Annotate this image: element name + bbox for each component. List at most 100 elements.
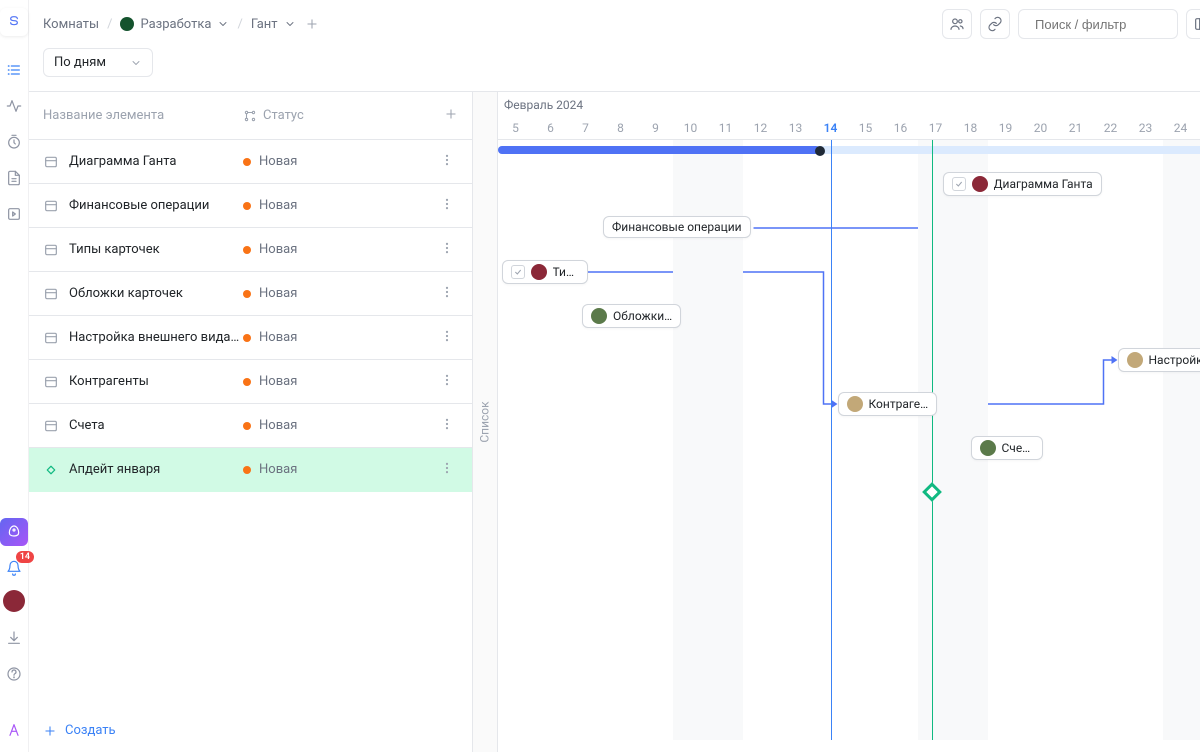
status-dot — [243, 466, 251, 474]
list-row[interactable]: Настройка внешнего вида…Новая — [29, 316, 472, 360]
topbar: Комнаты / Разработка / Гант — [29, 0, 1200, 48]
gantt-day[interactable]: 23 — [1128, 121, 1163, 135]
row-status: Новая — [243, 462, 363, 477]
gantt-day[interactable]: 11 — [708, 121, 743, 135]
row-more-button[interactable] — [436, 413, 458, 439]
row-status: Новая — [243, 198, 363, 213]
status-dot — [243, 246, 251, 254]
row-more-button[interactable] — [436, 237, 458, 263]
milestone-line — [932, 140, 933, 740]
list-row[interactable]: Финансовые операцииНовая — [29, 184, 472, 228]
gantt-chart[interactable]: Февраль 2024 567891011121314151617181920… — [498, 92, 1200, 752]
gantt-day[interactable]: 21 — [1058, 121, 1093, 135]
gantt-day[interactable]: 24 — [1163, 121, 1198, 135]
list-header: Название элемента Статус — [29, 92, 472, 140]
crumb-project[interactable]: Разработка — [120, 17, 229, 32]
crumb-view[interactable]: Гант — [251, 17, 296, 32]
list-row[interactable]: Апдейт январяНовая — [29, 448, 472, 492]
row-type-icon — [43, 374, 59, 390]
nav-download-icon[interactable] — [0, 624, 28, 652]
gantt-task[interactable]: Обложки… — [582, 304, 681, 328]
search-input[interactable] — [1035, 17, 1200, 32]
crumb-root[interactable]: Комнаты — [43, 17, 99, 32]
gantt-day[interactable]: 19 — [988, 121, 1023, 135]
row-more-button[interactable] — [436, 325, 458, 351]
status-dot — [243, 290, 251, 298]
gantt-day[interactable]: 9 — [638, 121, 673, 135]
gantt-day[interactable]: 22 — [1093, 121, 1128, 135]
gantt-day[interactable]: 20 — [1023, 121, 1058, 135]
members-button[interactable] — [942, 9, 972, 39]
list-row[interactable]: Типы карточекНовая — [29, 228, 472, 272]
task-avatar — [591, 308, 607, 324]
row-more-button[interactable] — [436, 281, 458, 307]
row-status: Новая — [243, 242, 363, 257]
progress-knob[interactable] — [815, 146, 825, 156]
nav-list-icon[interactable] — [0, 56, 28, 84]
row-title: Финансовые операции — [69, 198, 243, 213]
task-label: Обложки… — [613, 309, 672, 323]
gantt-task[interactable]: Контраге… — [838, 392, 938, 416]
nav-bell-icon[interactable]: 14 — [0, 554, 28, 582]
status-dot — [243, 422, 251, 430]
link-button[interactable] — [980, 9, 1010, 39]
gantt-day[interactable]: 16 — [883, 121, 918, 135]
row-more-button[interactable] — [436, 193, 458, 219]
plus-icon — [43, 724, 57, 738]
nav-help-icon[interactable] — [0, 660, 28, 688]
task-label: Счета — [1002, 441, 1034, 455]
search-field[interactable] — [1018, 9, 1178, 39]
task-avatar — [847, 396, 863, 412]
gantt-day[interactable]: 13 — [778, 121, 813, 135]
gantt-task[interactable]: Настройка… — [1118, 348, 1200, 372]
add-column-button[interactable] — [444, 107, 458, 125]
weekend-shade — [1163, 140, 1198, 740]
row-more-button[interactable] — [436, 457, 458, 483]
task-avatar — [980, 440, 996, 456]
gantt-task[interactable]: Счета — [971, 436, 1043, 460]
nav-rocket-icon[interactable] — [0, 518, 28, 546]
list-row[interactable]: СчетаНовая — [29, 404, 472, 448]
layout-button[interactable] — [1186, 9, 1200, 39]
divider-label: Список — [478, 401, 492, 442]
gantt-day[interactable]: 14 — [813, 121, 848, 135]
today-line — [831, 140, 832, 740]
row-title: Апдейт января — [69, 462, 243, 477]
gantt-day[interactable]: 10 — [673, 121, 708, 135]
add-view-button[interactable] — [304, 16, 320, 32]
row-more-button[interactable] — [436, 149, 458, 175]
gantt-day[interactable]: 18 — [953, 121, 988, 135]
gantt-day[interactable]: 17 — [918, 121, 953, 135]
nav-timer-icon[interactable] — [0, 128, 28, 156]
list-row[interactable]: КонтрагентыНовая — [29, 360, 472, 404]
user-avatar[interactable] — [3, 590, 25, 612]
breadcrumb: Комнаты / Разработка / Гант — [43, 16, 320, 32]
gantt-day[interactable]: 8 — [603, 121, 638, 135]
progress-fill — [498, 146, 820, 154]
app-logo[interactable] — [0, 8, 28, 36]
row-title: Типы карточек — [69, 242, 243, 257]
nav-template-icon[interactable] — [0, 200, 28, 228]
gantt-day[interactable]: 12 — [743, 121, 778, 135]
nav-a-icon[interactable] — [0, 716, 28, 744]
gantt-day[interactable]: 5 — [498, 121, 533, 135]
gantt-day[interactable]: 6 — [533, 121, 568, 135]
panel-divider[interactable]: Список — [472, 92, 498, 752]
nav-doc-icon[interactable] — [0, 164, 28, 192]
list-row[interactable]: Диаграмма ГантаНовая — [29, 140, 472, 184]
gantt-task[interactable]: Финансовые операции — [603, 216, 751, 238]
gantt-day[interactable]: 7 — [568, 121, 603, 135]
task-label: Диаграмма Ганта — [994, 177, 1093, 191]
weekend-shade — [918, 140, 953, 740]
crumb-separator: / — [107, 17, 112, 32]
row-more-button[interactable] — [436, 369, 458, 395]
gantt-task[interactable]: Диаграмма Ганта — [943, 172, 1102, 196]
gantt-task[interactable]: Типы… — [502, 260, 588, 284]
gantt-month-label: Февраль 2024 — [504, 98, 583, 112]
list-row[interactable]: Обложки карточекНовая — [29, 272, 472, 316]
project-color-dot — [120, 17, 134, 31]
nav-activity-icon[interactable] — [0, 92, 28, 120]
scale-select[interactable]: По дням — [43, 48, 153, 77]
gantt-day[interactable]: 15 — [848, 121, 883, 135]
create-button[interactable]: Создать — [29, 709, 472, 752]
